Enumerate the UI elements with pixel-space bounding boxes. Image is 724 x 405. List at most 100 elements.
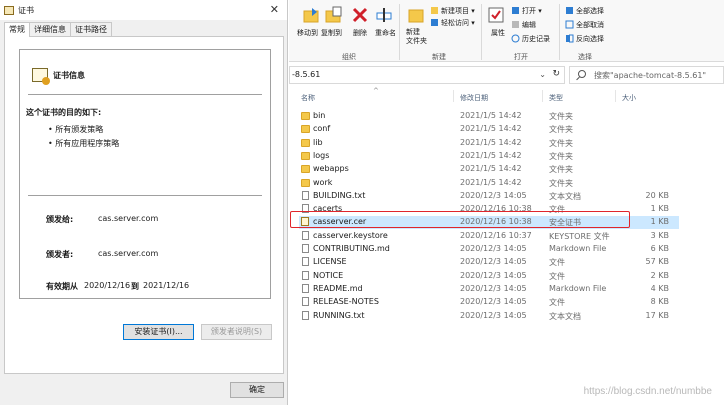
file-type: 文件夹: [549, 178, 573, 188]
column-header-type[interactable]: 类型: [549, 93, 563, 103]
properties-icon[interactable]: [487, 6, 505, 24]
watermark: https://blog.csdn.net/numbbe: [583, 386, 712, 397]
close-icon[interactable]: ✕: [270, 3, 279, 16]
rename-icon[interactable]: [375, 6, 393, 24]
file-row[interactable]: lib 2021/1/5 14:42 文件夹: [299, 137, 679, 150]
group-separator: [559, 4, 560, 60]
invert-selection-icon[interactable]: [565, 34, 574, 43]
file-type: 文件: [549, 271, 565, 281]
delete-icon[interactable]: [351, 6, 369, 24]
file-icon: [302, 270, 309, 280]
new-folder-icon[interactable]: [407, 6, 425, 24]
file-size: 4 KB: [650, 283, 669, 293]
tab-certification-path[interactable]: 证书路径: [70, 22, 112, 36]
group-label-organize: 组织: [342, 53, 356, 61]
history-icon[interactable]: [511, 34, 520, 43]
file-name: conf: [313, 124, 331, 134]
file-name: work: [313, 177, 333, 187]
search-placeholder: 搜索"apache-tomcat-8.5.61": [594, 71, 707, 80]
file-type: 文件: [549, 258, 565, 268]
rename-button[interactable]: 重命名: [375, 28, 396, 38]
file-row[interactable]: bin 2021/1/5 14:42 文件夹: [299, 110, 679, 123]
file-size: 3 KB: [650, 230, 669, 240]
select-none-button[interactable]: 全部取消: [576, 20, 604, 30]
column-header-size[interactable]: 大小: [622, 93, 636, 103]
vertical-scrollbar[interactable]: [718, 90, 724, 405]
file-name: lib: [313, 137, 323, 147]
search-icon: [578, 70, 586, 78]
valid-from-label: 有效期从: [46, 282, 78, 291]
file-icon: [302, 230, 309, 240]
tab-general[interactable]: 常规: [4, 22, 30, 37]
move-to-button[interactable]: 移动到: [297, 28, 318, 38]
tab-details[interactable]: 详细信息: [29, 22, 71, 36]
file-row[interactable]: NOTICE 2020/12/3 14:05 文件 2 KB: [299, 270, 679, 283]
new-item-button[interactable]: 新建项目 ▾: [441, 6, 475, 16]
file-type: 文件夹: [549, 112, 573, 121]
new-folder-button[interactable]: 新建 文件夹: [406, 28, 427, 46]
properties-button[interactable]: 属性: [491, 28, 505, 38]
new-item-icon[interactable]: [430, 6, 439, 15]
dialog-titlebar: 证书 ✕: [0, 0, 287, 20]
install-certificate-button[interactable]: 安装证书(I)...: [123, 324, 194, 340]
file-date: 2020/12/16 10:37: [460, 230, 532, 240]
file-size: 8 KB: [650, 297, 669, 307]
file-row[interactable]: RUNNING.txt 2020/12/3 14:05 文本文档 17 KB: [299, 310, 679, 323]
file-name: casserver.keystore: [313, 230, 388, 240]
group-label-new: 新建: [432, 53, 446, 61]
open-icon[interactable]: [511, 6, 520, 15]
file-name: RELEASE-NOTES: [313, 297, 379, 307]
search-input[interactable]: 搜索"apache-tomcat-8.5.61": [569, 66, 724, 84]
file-row[interactable]: RELEASE-NOTES 2020/12/3 14:05 文件 8 KB: [299, 296, 679, 309]
group-label-select: 选择: [578, 53, 592, 61]
file-size: 6 KB: [650, 244, 669, 253]
file-type: 文本文档: [549, 311, 581, 321]
chevron-down-icon[interactable]: ⌄: [539, 70, 546, 79]
column-header-date[interactable]: 修改日期: [460, 93, 488, 103]
move-to-icon[interactable]: [303, 6, 321, 24]
edit-button[interactable]: 编辑: [522, 20, 536, 30]
file-row[interactable]: work 2021/1/5 14:42 文件夹: [299, 177, 679, 190]
file-name: logs: [313, 150, 330, 160]
easy-access-icon[interactable]: [430, 18, 439, 27]
file-row[interactable]: README.md 2020/12/3 14:05 Markdown File 4 K…: [299, 283, 679, 296]
file-date: 2021/1/5 14:42: [460, 164, 522, 174]
group-label-open: 打开: [514, 53, 528, 61]
file-row[interactable]: CONTRIBUTING.md 2020/12/3 14:05 Markdown F…: [299, 243, 679, 256]
file-name: bin: [313, 111, 326, 120]
select-all-button[interactable]: 全部选择: [576, 6, 604, 16]
refresh-icon[interactable]: ↻: [552, 69, 560, 79]
select-none-icon[interactable]: [565, 20, 574, 29]
file-size: 17 KB: [645, 310, 669, 320]
issued-to-label: 颁发给:: [46, 215, 74, 224]
file-row[interactable]: conf 2021/1/5 14:42 文件夹: [299, 123, 679, 136]
folder-icon: [301, 138, 310, 147]
file-row[interactable]: logs 2021/1/5 14:42 文件夹: [299, 150, 679, 163]
edit-icon[interactable]: [511, 20, 520, 29]
file-row[interactable]: LICENSE 2020/12/3 14:05 文件 57 KB: [299, 256, 679, 269]
file-row[interactable]: webapps 2021/1/5 14:42 文件夹: [299, 163, 679, 176]
issuer-statement-button[interactable]: 颁发者说明(S): [201, 324, 272, 340]
file-name: LICENSE: [313, 257, 347, 267]
easy-access-button[interactable]: 轻松访问 ▾: [441, 18, 475, 28]
copy-to-button[interactable]: 复制到: [321, 28, 342, 38]
file-row[interactable]: BUILDING.txt 2020/12/3 14:05 文本文档 20 KB: [299, 190, 679, 203]
file-size: 1 KB: [650, 204, 669, 214]
invert-selection-button[interactable]: 反向选择: [576, 34, 604, 44]
copy-to-icon[interactable]: [325, 6, 343, 24]
issued-to-value: cas.server.com: [98, 214, 159, 223]
file-date: 2020/12/3 14:05: [460, 190, 527, 200]
file-type: 文件夹: [549, 151, 573, 161]
file-date: 2020/12/3 14:05: [460, 244, 527, 253]
address-bar[interactable]: -8.5.61 ⌄ ↻: [289, 66, 565, 84]
select-all-icon[interactable]: [565, 6, 574, 15]
history-button[interactable]: 历史记录: [522, 34, 550, 44]
open-button[interactable]: 打开 ▾: [522, 6, 542, 16]
ok-button[interactable]: 确定: [230, 382, 284, 398]
valid-to-label: 到: [131, 282, 139, 291]
column-header-name[interactable]: 名称: [301, 93, 315, 103]
delete-button[interactable]: 删除: [353, 28, 367, 38]
divider: [28, 94, 262, 95]
file-row[interactable]: casserver.keystore 2020/12/16 10:37 KEYSTO…: [299, 230, 679, 243]
group-separator: [481, 4, 482, 60]
